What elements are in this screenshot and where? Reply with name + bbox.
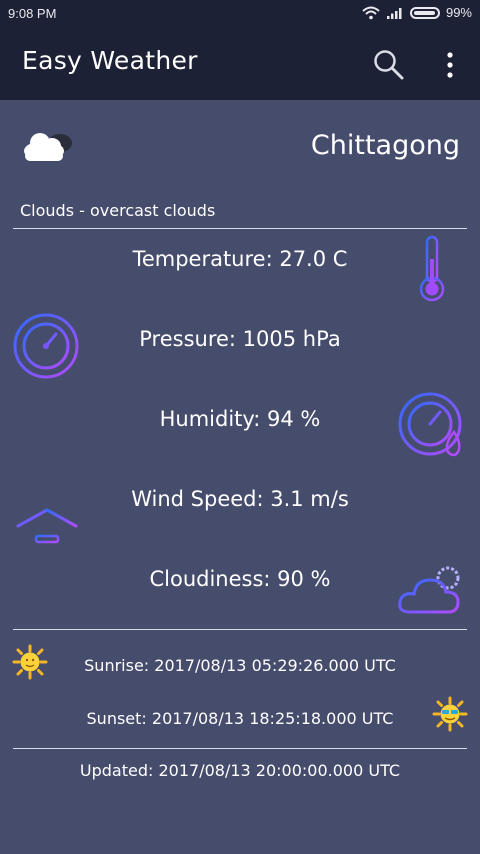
last-updated: Updated: 2017/08/13 20:00:00.000 UTC <box>79 761 401 780</box>
thermometer-icon <box>419 235 445 302</box>
cloudy-icon <box>398 566 460 614</box>
app-title: Easy Weather <box>22 46 198 75</box>
signal-icon <box>386 7 402 19</box>
sunset-time: Sunset: 2017/08/13 18:25:18.000 UTC <box>86 709 394 728</box>
divider <box>13 629 467 630</box>
search-icon[interactable] <box>372 48 406 82</box>
battery-level: 99% <box>445 5 472 20</box>
humidity-gauge-icon <box>398 392 462 457</box>
sun-sunglasses-icon <box>432 696 468 732</box>
battery-icon <box>409 6 440 19</box>
wind-speed-value: Wind Speed: 3.1 m/s <box>131 487 349 511</box>
cloud-icon <box>24 133 72 161</box>
more-vert-icon[interactable] <box>440 50 460 80</box>
app-bar: Easy Weather <box>0 28 480 100</box>
city-name: Chittagong <box>310 130 460 161</box>
divider <box>13 748 467 749</box>
wifi-icon <box>362 6 380 19</box>
pressure-value: Pressure: 1005 hPa <box>139 327 341 351</box>
divider <box>13 228 467 229</box>
status-time: 9:08 PM <box>8 6 57 21</box>
status-icons: 99% <box>362 5 472 20</box>
weather-condition: Clouds - overcast clouds <box>20 201 216 220</box>
status-bar: 9:08 PM 99% <box>0 0 480 28</box>
temperature-value: Temperature: 27.0 C <box>132 247 348 271</box>
sunrise-time: Sunrise: 2017/08/13 05:29:26.000 UTC <box>84 656 396 675</box>
